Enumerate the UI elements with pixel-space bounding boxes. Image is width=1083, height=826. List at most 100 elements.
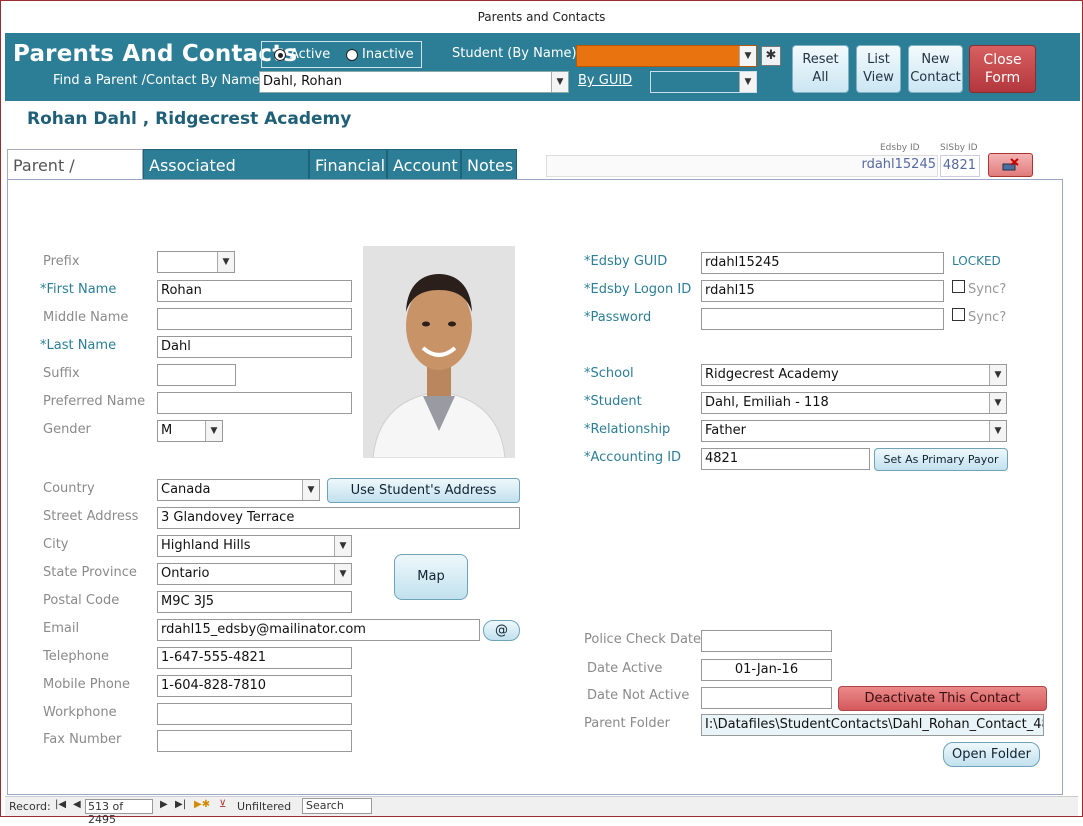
header-band: Parents And Contacts Active Inactive Stu… <box>5 33 1080 101</box>
deactivate-contact-button[interactable]: Deactivate This Contact <box>838 686 1047 711</box>
radio-active-dot[interactable] <box>274 48 286 61</box>
relationship-combo[interactable]: Father ▼ <box>701 420 1007 442</box>
chevron-down-icon[interactable]: ▼ <box>302 480 319 500</box>
guid-combo[interactable]: ▼ <box>650 71 757 93</box>
postal-code-input[interactable]: M9C 3J5 <box>157 591 352 613</box>
city-combo[interactable]: Highland Hills ▼ <box>157 535 352 557</box>
current-record-input[interactable]: 513 of 2495 <box>85 799 153 826</box>
password-input[interactable] <box>701 308 944 330</box>
logon-sync-checkbox[interactable] <box>952 280 965 293</box>
reset-all-button[interactable]: Reset All <box>792 45 849 93</box>
filter-icon[interactable]: ⊻ <box>219 799 226 810</box>
gender-combo[interactable]: M ▼ <box>157 420 223 442</box>
set-primary-payor-button[interactable]: Set As Primary Payor <box>874 448 1008 471</box>
chevron-down-icon[interactable]: ▼ <box>989 421 1006 441</box>
city-label: City <box>43 537 69 552</box>
radio-inactive-dot[interactable] <box>346 48 358 61</box>
parent-folder-label: Parent Folder <box>584 716 670 731</box>
close-label-1: Close <box>983 52 1022 68</box>
chevron-down-icon[interactable]: ▼ <box>739 46 756 66</box>
find-contact-combo[interactable]: Dahl, Rohan ▼ <box>259 71 569 93</box>
tab-account[interactable]: Account <box>387 149 461 180</box>
password-sync-checkbox[interactable] <box>952 308 965 321</box>
asterisk-button[interactable]: ✱ <box>761 46 781 66</box>
radio-active[interactable]: Active <box>274 47 330 62</box>
parent-folder-input[interactable]: I:\Datafiles\StudentContacts\Dahl_Rohan_… <box>701 714 1044 736</box>
delete-icon <box>1002 158 1019 171</box>
edsby-logon-input[interactable]: rdahl15 <box>701 280 944 302</box>
by-guid-link[interactable]: By GUID <box>578 73 632 88</box>
last-record-icon[interactable]: ▶| <box>175 799 186 810</box>
fax-number-input[interactable] <box>157 730 352 752</box>
chevron-down-icon[interactable]: ▼ <box>739 72 756 92</box>
first-record-icon[interactable]: |◀ <box>55 799 66 810</box>
list-view-button[interactable]: List View <box>856 45 901 93</box>
state-province-combo[interactable]: Ontario ▼ <box>157 563 352 585</box>
new-label-1: New <box>921 52 950 67</box>
student-by-name-combo[interactable]: ▼ <box>576 45 757 67</box>
workphone-input[interactable] <box>157 703 352 725</box>
relationship-value: Father <box>705 423 746 438</box>
country-value: Canada <box>161 482 211 497</box>
email-button[interactable]: @ <box>483 620 520 641</box>
radio-inactive[interactable]: Inactive <box>346 47 414 62</box>
street-address-label: Street Address <box>43 509 139 524</box>
police-check-input[interactable] <box>701 630 832 652</box>
new-record-icon[interactable]: ▶✱ <box>194 799 210 810</box>
last-name-input[interactable]: Dahl <box>157 336 352 358</box>
middle-name-label: Middle Name <box>43 310 129 325</box>
suffix-input[interactable] <box>157 364 236 386</box>
person-portrait-icon <box>363 246 515 458</box>
edsby-guid-label: *Edsby GUID <box>584 254 668 269</box>
use-student-address-button[interactable]: Use Student's Address <box>327 478 520 503</box>
mobile-phone-input[interactable]: 1-604-828-7810 <box>157 675 352 697</box>
chevron-down-icon[interactable]: ▼ <box>205 421 222 441</box>
reset-label-1: Reset <box>802 52 839 67</box>
tab-associated-students[interactable]: Associated Students <box>143 149 309 206</box>
date-active-input[interactable]: 01-Jan-16 <box>701 659 832 681</box>
country-combo[interactable]: Canada ▼ <box>157 479 320 501</box>
preferred-name-input[interactable] <box>157 392 352 414</box>
gender-value: M <box>161 423 173 438</box>
suffix-label: Suffix <box>43 366 80 381</box>
tab-notes[interactable]: Notes <box>461 149 517 180</box>
chevron-down-icon[interactable]: ▼ <box>551 72 568 92</box>
open-folder-button[interactable]: Open Folder <box>943 742 1040 767</box>
close-label-2: Form <box>984 70 1021 86</box>
search-input[interactable]: Search <box>302 798 372 814</box>
close-form-button[interactable]: Close Form <box>969 45 1036 93</box>
sisby-id-value: 4821 <box>940 155 980 177</box>
street-address-input[interactable]: 3 Glandovey Terrace <box>157 507 520 529</box>
unfiltered-label[interactable]: Unfiltered <box>237 800 291 813</box>
chevron-down-icon[interactable]: ▼ <box>334 536 351 556</box>
chevron-down-icon[interactable]: ▼ <box>334 564 351 584</box>
previous-record-icon[interactable]: ◀ <box>73 799 81 810</box>
edsby-guid-input[interactable]: rdahl15245 <box>701 252 944 274</box>
accounting-id-input[interactable]: 4821 <box>701 448 870 470</box>
new-contact-button[interactable]: New Contact <box>908 45 963 93</box>
postal-code-label: Postal Code <box>43 593 120 608</box>
date-active-label: Date Active <box>587 661 663 676</box>
city-value: Highland Hills <box>161 538 251 553</box>
date-not-active-input[interactable] <box>701 687 832 709</box>
next-record-icon[interactable]: ▶ <box>160 799 168 810</box>
student-combo[interactable]: Dahl, Emiliah - 118 ▼ <box>701 392 1007 414</box>
map-button[interactable]: Map <box>394 554 468 600</box>
tab-parent-contact[interactable]: Parent / Contact <box>7 149 143 206</box>
first-name-input[interactable]: Rohan <box>157 280 352 302</box>
list-label-1: List <box>867 52 890 67</box>
preferred-name-label: Preferred Name <box>43 394 146 409</box>
tab-financial[interactable]: Financial <box>309 149 387 180</box>
prefix-combo[interactable]: ▼ <box>157 251 235 273</box>
chevron-down-icon[interactable]: ▼ <box>217 252 234 272</box>
delete-record-button[interactable] <box>988 153 1033 177</box>
country-label: Country <box>43 481 95 496</box>
app-window: Parents and Contacts Parents And Contact… <box>0 0 1083 826</box>
middle-name-input[interactable] <box>157 308 352 330</box>
telephone-input[interactable]: 1-647-555-4821 <box>157 647 352 669</box>
chevron-down-icon[interactable]: ▼ <box>989 365 1006 385</box>
student-by-name-label: Student (By Name) <box>452 46 577 61</box>
school-combo[interactable]: Ridgecrest Academy ▼ <box>701 364 1007 386</box>
email-input[interactable]: rdahl15_edsby@mailinator.com <box>157 619 480 641</box>
chevron-down-icon[interactable]: ▼ <box>989 393 1006 413</box>
